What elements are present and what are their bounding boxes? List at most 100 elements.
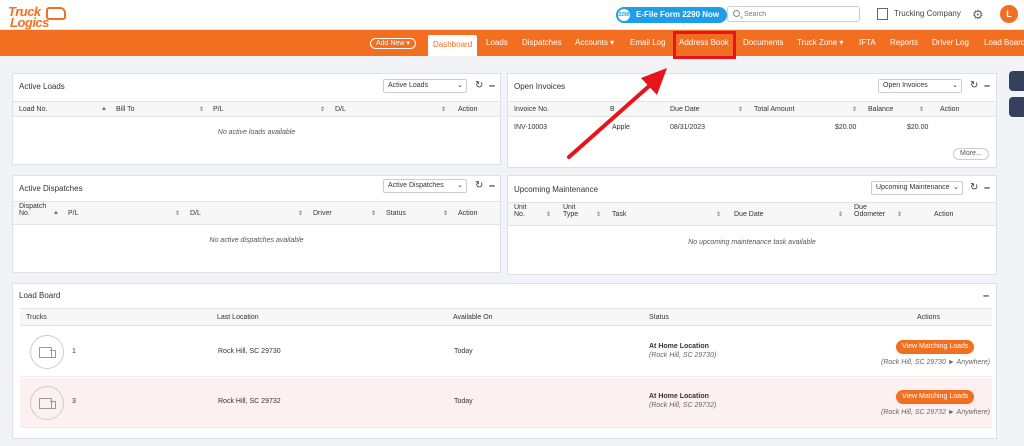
sort-icon[interactable]: ⇕ bbox=[838, 211, 843, 218]
minimize-icon[interactable]: – bbox=[983, 291, 989, 302]
col-driver[interactable]: Driver bbox=[313, 210, 332, 217]
refresh-icon[interactable]: ↻ bbox=[475, 81, 483, 91]
more-button[interactable]: More... bbox=[953, 148, 989, 160]
chevron-down-icon: ⌄ bbox=[952, 82, 958, 89]
col-unit-type[interactable]: Unit Type bbox=[563, 204, 581, 218]
col-status[interactable]: Status bbox=[386, 210, 406, 217]
nav-dashboard[interactable]: Dashboard bbox=[428, 35, 478, 56]
col-unit-no[interactable]: Unit No. bbox=[514, 204, 532, 218]
search-box[interactable] bbox=[727, 6, 860, 22]
open-invoices-select[interactable]: Open Invoices ⌄ bbox=[878, 79, 962, 93]
table-header: Dispatch No. ▲ P/L ⇕ D/L ⇕ Driver ⇕ Stat… bbox=[13, 201, 500, 225]
col-task[interactable]: Task bbox=[612, 211, 626, 218]
main-nav: Add New ▾ Dashboard Loads Dispatches Acc… bbox=[0, 30, 1024, 56]
minimize-icon[interactable]: – bbox=[489, 81, 495, 92]
user-avatar[interactable]: L bbox=[1000, 5, 1018, 23]
view-matching-loads-button[interactable]: View Matching Loads bbox=[896, 390, 975, 404]
minimize-icon[interactable]: – bbox=[984, 183, 990, 194]
logo-text-line2: Logics bbox=[10, 15, 49, 30]
col-pl[interactable]: P/L bbox=[68, 210, 79, 217]
address-book-highlight-box bbox=[673, 31, 736, 59]
sort-icon[interactable]: ⇕ bbox=[371, 210, 376, 217]
search-input[interactable] bbox=[744, 8, 854, 20]
col-due-date[interactable]: Due Date bbox=[734, 211, 764, 218]
sort-icon[interactable]: ⇕ bbox=[897, 211, 902, 218]
col-dl[interactable]: D/L bbox=[190, 210, 201, 217]
form-2290-icon: 2290 bbox=[618, 9, 630, 21]
active-dispatches-select[interactable]: Active Dispatches ⌄ bbox=[383, 179, 467, 193]
empty-message: No upcoming maintenance task available bbox=[688, 239, 816, 246]
col-due-date[interactable]: Due Date bbox=[670, 106, 700, 113]
last-location: Rock Hill, SC 29730 bbox=[218, 348, 281, 355]
col-invoice-no[interactable]: Invoice No. bbox=[514, 106, 549, 113]
minimize-icon[interactable]: – bbox=[984, 81, 990, 92]
bill-to: Apple bbox=[612, 124, 630, 131]
sort-icon[interactable]: ⇕ bbox=[738, 106, 743, 113]
load-board-panel: Load Board – Trucks Last Location Availa… bbox=[12, 283, 997, 439]
nav-documents[interactable]: Documents bbox=[743, 30, 783, 56]
active-loads-select[interactable]: Active Loads ⌄ bbox=[383, 79, 467, 93]
refresh-icon[interactable]: ↻ bbox=[970, 183, 978, 193]
sort-icon[interactable]: ⇕ bbox=[298, 210, 303, 217]
truck-icon bbox=[30, 386, 64, 420]
sort-icon[interactable]: ⇕ bbox=[596, 211, 601, 218]
panel-title: Open Invoices bbox=[514, 82, 566, 91]
truck-icon bbox=[30, 335, 64, 369]
nav-accounts[interactable]: Accounts ▾ bbox=[575, 30, 614, 56]
nav-ifta[interactable]: IFTA bbox=[859, 30, 876, 56]
empty-message: No active dispatches available bbox=[209, 237, 304, 244]
sort-asc-icon[interactable]: ▲ bbox=[101, 106, 107, 112]
col-due-odometer[interactable]: Due Odometer bbox=[854, 204, 890, 218]
refresh-icon[interactable]: ↻ bbox=[970, 81, 978, 91]
col-status: Status bbox=[649, 314, 669, 321]
truck-logics-logo[interactable]: Truck Logics bbox=[8, 4, 66, 30]
side-notes-tab[interactable] bbox=[1009, 97, 1024, 117]
gear-icon[interactable]: ⚙ bbox=[972, 8, 984, 21]
sort-icon[interactable]: ⇕ bbox=[320, 106, 325, 113]
col-load-no[interactable]: Load No. bbox=[19, 106, 47, 113]
col-balance[interactable]: Balance bbox=[868, 106, 893, 113]
sort-icon[interactable]: ⇕ bbox=[441, 106, 446, 113]
maintenance-select[interactable]: Upcoming Maintenance ⌄ bbox=[871, 181, 963, 195]
sort-icon[interactable]: ⇕ bbox=[852, 106, 857, 113]
col-action: Action bbox=[940, 106, 960, 113]
nav-email-log[interactable]: Email Log bbox=[630, 30, 666, 56]
nav-dispatches[interactable]: Dispatches bbox=[522, 30, 562, 56]
sort-icon[interactable]: ⇕ bbox=[716, 211, 721, 218]
side-settings-tab[interactable] bbox=[1009, 71, 1024, 91]
col-total-amount[interactable]: Total Amount bbox=[754, 106, 794, 113]
invoice-no[interactable]: INV-10003 bbox=[514, 124, 547, 131]
col-dispatch-no[interactable]: Dispatch No. bbox=[19, 203, 49, 217]
nav-truck-zone[interactable]: Truck Zone ▾ bbox=[797, 30, 843, 56]
route-text: (Rock Hill, SC 29730 ► Anywhere) bbox=[881, 359, 990, 366]
nav-load-board[interactable]: Load Board bbox=[984, 30, 1024, 56]
nav-loads[interactable]: Loads bbox=[486, 30, 508, 56]
minimize-icon[interactable]: – bbox=[489, 181, 495, 192]
sort-asc-icon[interactable]: ▲ bbox=[53, 210, 59, 216]
panel-title: Active Loads bbox=[19, 82, 65, 91]
col-bill-to[interactable]: B bbox=[610, 106, 615, 113]
chevron-down-icon: ⌄ bbox=[953, 184, 959, 191]
sort-icon[interactable]: ⇕ bbox=[175, 210, 180, 217]
view-matching-loads-button[interactable]: View Matching Loads bbox=[896, 340, 975, 354]
sort-icon[interactable]: ⇕ bbox=[919, 106, 924, 113]
col-dl[interactable]: D/L bbox=[335, 106, 346, 113]
nav-reports[interactable]: Reports bbox=[890, 30, 918, 56]
col-bill-to[interactable]: Bill To bbox=[116, 106, 135, 113]
nav-driver-log[interactable]: Driver Log bbox=[932, 30, 969, 56]
table-row: 1 Rock Hill, SC 29730 Today At Home Loca… bbox=[20, 327, 992, 377]
efile-2290-button[interactable]: 2290 E-File Form 2290 Now bbox=[616, 7, 728, 23]
col-pl[interactable]: P/L bbox=[213, 106, 224, 113]
due-date: 08/31/2023 bbox=[670, 124, 706, 131]
panel-title: Load Board bbox=[19, 291, 61, 300]
table-header: Load No. ▲ Bill To ⇕ P/L ⇕ D/L ⇕ Action bbox=[13, 101, 500, 117]
chevron-down-icon: ⌄ bbox=[457, 82, 463, 89]
add-new-button[interactable]: Add New ▾ bbox=[370, 38, 416, 49]
status-text: At Home Location bbox=[649, 393, 709, 400]
sort-icon[interactable]: ⇕ bbox=[546, 211, 551, 218]
search-icon bbox=[733, 10, 740, 17]
available-on: Today bbox=[454, 348, 473, 355]
refresh-icon[interactable]: ↻ bbox=[475, 181, 483, 191]
sort-icon[interactable]: ⇕ bbox=[199, 106, 204, 113]
sort-icon[interactable]: ⇕ bbox=[443, 210, 448, 217]
